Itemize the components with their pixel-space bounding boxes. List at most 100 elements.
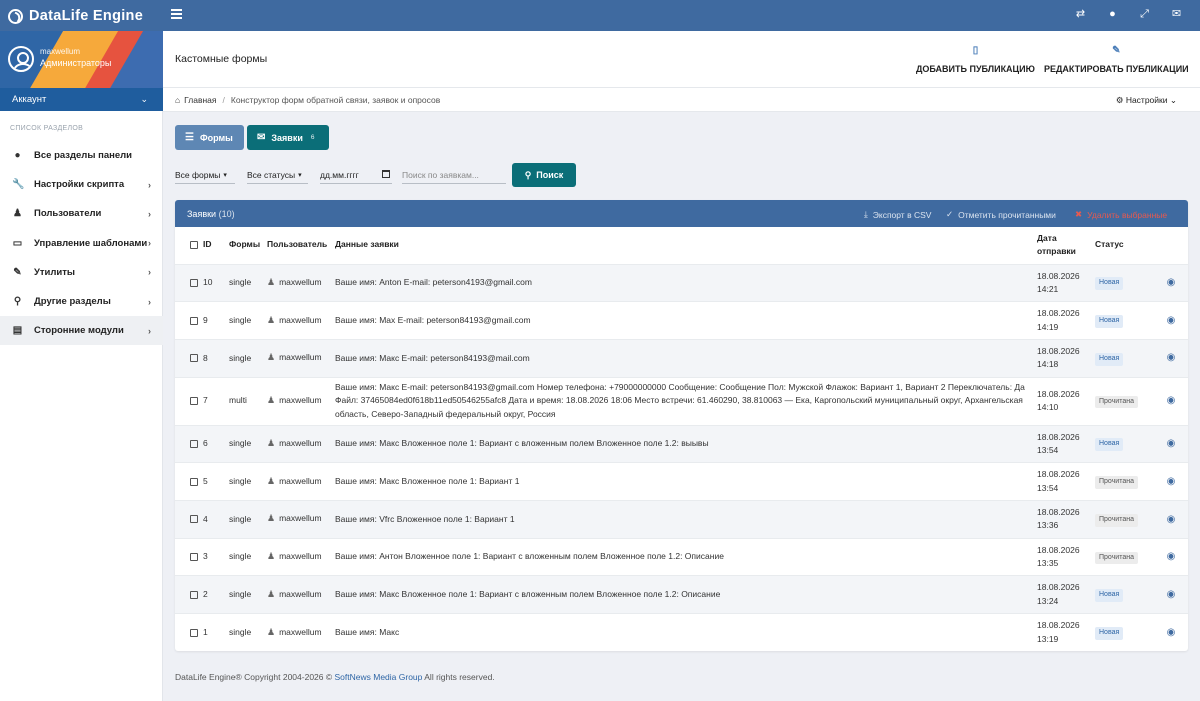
menu-toggle-icon[interactable] <box>171 9 182 21</box>
table-row[interactable]: 8 single ♟ maxwellum Ваше имя: Макс E-mail: … <box>175 339 1188 378</box>
export-csv-button[interactable]: ⤓ Экспорт в CSV <box>864 209 931 220</box>
sidebar-section-title: СПИСОК РАЗДЕЛОВ <box>10 125 84 132</box>
leaf-icon: ✎ <box>13 266 22 278</box>
view-eye-icon[interactable]: ◉ <box>1154 576 1188 614</box>
table-row[interactable]: 10 single ♟ maxwellum Ваше имя: Anton E-mail… <box>175 264 1188 302</box>
panel-title: Заявки (10) <box>187 209 235 219</box>
table-row[interactable]: 4 single ♟ maxwellum Ваше имя: Vfrc Вложенно… <box>175 500 1188 539</box>
settings-dropdown[interactable]: ⚙ Настройки ⌄ <box>1116 95 1177 106</box>
row-date: 18.08.2026 <box>1037 308 1080 319</box>
sidebar-item-6[interactable]: ▤ Сторонние модули › <box>0 316 163 346</box>
breadcrumb-home[interactable]: Главная <box>184 95 216 105</box>
tab-requests-label: Заявки <box>271 132 303 143</box>
row-user: maxwellum <box>279 352 322 363</box>
row-checkbox[interactable] <box>190 628 198 637</box>
brand[interactable]: DataLife Engine <box>8 6 143 26</box>
home-icon[interactable]: ⌂ <box>175 95 180 105</box>
footer-link[interactable]: SoftNews Media Group <box>335 672 423 682</box>
footer: DataLife Engine® Copyright 2004-2026 © S… <box>175 672 495 682</box>
cell-form: multi <box>229 395 247 406</box>
row-checkbox[interactable] <box>190 590 198 599</box>
globe-icon[interactable]: ● <box>1107 9 1118 20</box>
row-date: 18.08.2026 <box>1037 620 1080 631</box>
cell-date: 18.08.2026 13:19 <box>1037 614 1095 652</box>
view-eye-icon[interactable]: ◉ <box>1154 264 1188 302</box>
row-checkbox[interactable] <box>190 316 198 325</box>
view-eye-icon[interactable]: ◉ <box>1154 339 1188 377</box>
table-row[interactable]: 6 single ♟ maxwellum Ваше имя: Макс Вложенно… <box>175 425 1188 463</box>
view-eye-icon[interactable]: ◉ <box>1154 614 1188 652</box>
table-row[interactable]: 7 multi ♟ maxwellum Ваше имя: Макс E-mail: p… <box>175 377 1188 425</box>
cell-date: 18.08.2026 13:54 <box>1037 425 1095 463</box>
row-checkbox[interactable] <box>190 515 198 524</box>
cell-data: Ваше имя: Макс E-mail: peterson84193@gma… <box>335 382 1025 419</box>
cell-form: single <box>229 551 252 562</box>
view-eye-icon[interactable]: ◉ <box>1154 377 1188 425</box>
add-publication-button[interactable]: ▯ Добавить публикацию <box>916 45 1035 74</box>
row-checkbox[interactable] <box>190 279 198 287</box>
table-row[interactable]: 1 single ♟ maxwellum Ваше имя: Макс 18.08.202… <box>175 613 1188 652</box>
language-icon[interactable]: ⇄ <box>1075 9 1086 20</box>
row-checkbox[interactable] <box>190 354 198 363</box>
row-time: 14:19 <box>1037 321 1059 332</box>
row-date: 18.08.2026 <box>1037 544 1080 555</box>
cell-date: 18.08.2026 14:19 <box>1037 302 1095 340</box>
account-dropdown[interactable]: Аккаунт ⌄ <box>0 88 163 111</box>
tab-requests[interactable]: ✉ Заявки 6 <box>247 125 329 150</box>
user-icon: ♟ <box>267 551 276 561</box>
chevron-right-icon: › <box>148 208 151 219</box>
avatar[interactable] <box>8 46 34 72</box>
status-filter-select[interactable]: Все статусы ▾ <box>247 166 308 184</box>
select-all-checkbox[interactable] <box>190 241 198 250</box>
footer-rights: All rights reserved. <box>422 672 495 682</box>
sidebar-item-label: Утилиты <box>34 266 76 278</box>
row-checkbox[interactable] <box>190 477 198 486</box>
status-badge: Прочитана <box>1095 551 1138 565</box>
tab-forms[interactable]: ☰ Формы <box>175 125 244 150</box>
user-panel: maxwellum Администраторы Аккаунт ⌄ <box>0 31 163 111</box>
search-input[interactable] <box>402 166 506 184</box>
sidebar-item-2[interactable]: ♟ Пользователи › <box>0 199 163 228</box>
row-checkbox[interactable] <box>190 553 198 562</box>
table-row[interactable]: 2 single ♟ maxwellum Ваше имя: Макс Вложенно… <box>175 575 1188 614</box>
table-row[interactable]: 3 single ♟ maxwellum Ваше имя: Антон Вложенн… <box>175 538 1188 576</box>
chevron-down-icon: ▾ <box>223 171 227 179</box>
row-id: 10 <box>203 277 213 288</box>
fullscreen-icon[interactable]: ⤢ <box>1139 9 1150 20</box>
breadcrumb: ⌂ Главная / Конструктор форм обратной св… <box>175 95 440 105</box>
edit-publications-button[interactable]: ✎ Редактировать публикации <box>1044 45 1189 74</box>
sidebar-item-0[interactable]: ● Все разделы панели <box>0 141 163 170</box>
sidebar-item-3[interactable]: ▭ Управление шаблонами › <box>0 229 163 258</box>
view-eye-icon[interactable]: ◉ <box>1154 500 1188 538</box>
row-checkbox[interactable] <box>190 440 198 449</box>
table-row[interactable]: 5 single ♟ maxwellum Ваше имя: Макс Вложенно… <box>175 462 1188 501</box>
panel-count: (10) <box>218 209 235 219</box>
cell-date: 18.08.2026 13:24 <box>1037 576 1095 614</box>
table-row[interactable]: 9 single ♟ maxwellum Ваше имя: Max E-mail: p… <box>175 301 1188 340</box>
sidebar-item-1[interactable]: 🔧 Настройки скрипта › <box>0 170 163 199</box>
forms-filter-select[interactable]: Все формы ▾ <box>175 166 235 184</box>
row-time: 14:21 <box>1037 283 1059 294</box>
view-eye-icon[interactable]: ◉ <box>1154 425 1188 463</box>
panel-header: Заявки (10) ⤓ Экспорт в CSV ✓ Отметить п… <box>175 200 1188 227</box>
search-button[interactable]: ⚲ Поиск <box>512 163 576 187</box>
row-user: maxwellum <box>279 475 322 486</box>
share-icon: ⚲ <box>13 296 22 308</box>
cell-data: Ваше имя: Макс Вложенное поле 1: Вариант… <box>335 438 709 449</box>
row-checkbox[interactable] <box>190 397 198 406</box>
table-header: ID Формы Пользователь Данные заявки Дата… <box>175 227 1188 264</box>
status-badge: Прочитана <box>1095 395 1138 409</box>
view-eye-icon[interactable]: ◉ <box>1154 538 1188 576</box>
sidebar-item-5[interactable]: ⚲ Другие разделы › <box>0 287 163 316</box>
sidebar-item-4[interactable]: ✎ Утилиты › <box>0 258 163 287</box>
calendar-icon[interactable] <box>382 170 390 178</box>
view-eye-icon[interactable]: ◉ <box>1154 302 1188 340</box>
mark-read-label: Отметить прочитанными <box>958 209 1056 220</box>
mail-icon[interactable]: ✉ <box>1171 9 1182 20</box>
date-input[interactable]: дд.мм.гггг <box>320 166 392 184</box>
delete-selected-button[interactable]: ✖ Удалить выбранные <box>1075 209 1167 220</box>
view-eye-icon[interactable]: ◉ <box>1154 463 1188 501</box>
cell-id: 4 <box>175 500 229 538</box>
mark-read-button[interactable]: ✓ Отметить прочитанными <box>946 209 1056 220</box>
page-title: Кастомные формы <box>175 53 268 65</box>
